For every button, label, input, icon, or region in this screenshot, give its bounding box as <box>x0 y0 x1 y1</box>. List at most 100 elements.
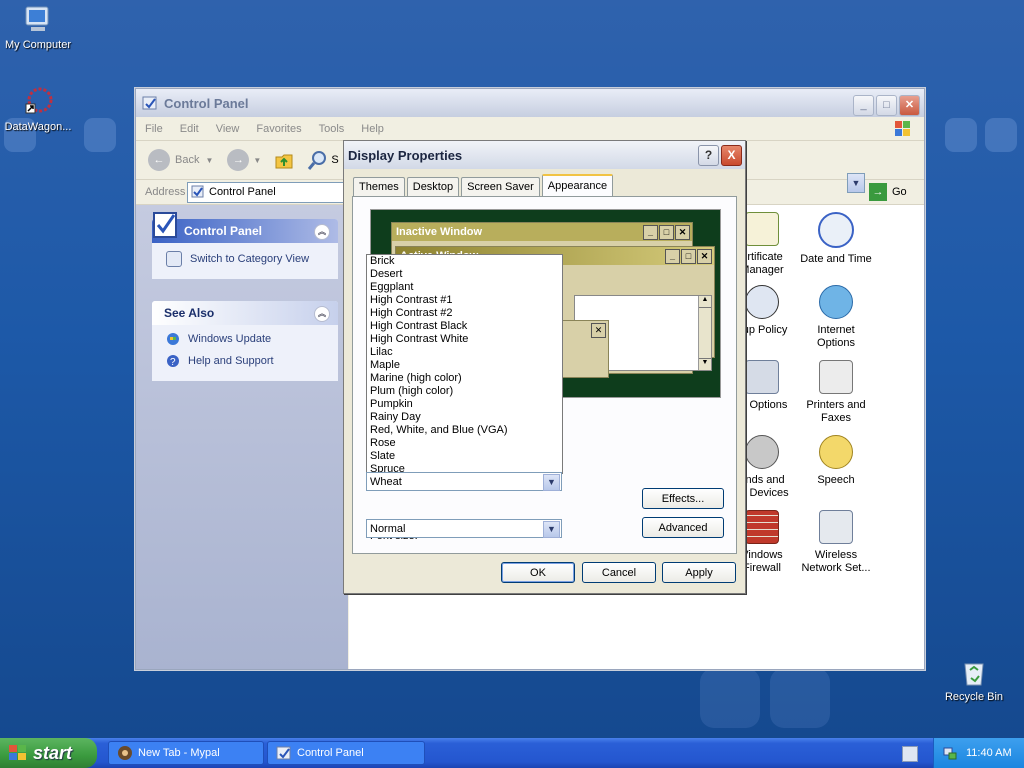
datawagon-icon <box>22 86 54 118</box>
panel-header[interactable]: Control Panel ︽ <box>152 212 338 243</box>
certificate-icon <box>745 212 779 246</box>
keyboard-layout-icon[interactable] <box>902 746 918 762</box>
menu-file[interactable]: File <box>136 123 171 135</box>
dialog-close-button[interactable]: X <box>721 145 742 166</box>
taskbar-button-control-panel[interactable]: Control Panel <box>267 741 425 765</box>
scheme-option[interactable]: Lilac <box>367 346 562 359</box>
scheme-option[interactable]: Red, White, and Blue (VGA) <box>367 424 562 437</box>
scheme-option[interactable]: Rainy Day <box>367 411 562 424</box>
apply-button[interactable]: Apply <box>662 562 736 583</box>
panel-header[interactable]: See Also ︽ <box>152 301 338 325</box>
scheme-option[interactable]: High Contrast White <box>367 333 562 346</box>
svg-text:?: ? <box>170 357 176 368</box>
panel-title: See Also <box>164 306 215 320</box>
network-icon[interactable] <box>942 745 958 761</box>
minimize-button[interactable]: _ <box>853 95 874 116</box>
my-computer-icon <box>22 4 54 36</box>
scheme-option[interactable]: High Contrast Black <box>367 320 562 333</box>
back-arrow-icon: ← <box>153 154 165 166</box>
switch-category-view-link[interactable]: Switch to Category View <box>152 243 338 271</box>
desktop-icon-datawagon[interactable]: DataWagon... <box>0 86 78 133</box>
ok-button[interactable]: OK <box>501 562 575 583</box>
address-input[interactable]: Control Panel <box>187 181 349 203</box>
search-icon[interactable] <box>307 149 329 171</box>
recycle-bin-icon <box>958 656 990 688</box>
forward-arrow-icon: → <box>232 154 244 166</box>
clock-icon <box>818 212 854 248</box>
help-support-link[interactable]: ? Help and Support <box>152 350 338 372</box>
chevron-down-icon: ▼ <box>253 155 262 165</box>
item-printers-and-faxes[interactable]: Printers and Faxes <box>791 360 881 425</box>
back-button[interactable]: ← <box>148 149 170 171</box>
close-button[interactable]: ✕ <box>899 95 920 116</box>
item-internet-options[interactable]: Internet Options <box>791 285 881 350</box>
start-label: start <box>33 742 73 763</box>
panel-title: Control Panel <box>184 224 263 238</box>
control-panel-titlebar[interactable]: Control Panel <box>136 89 924 117</box>
item-date-and-time[interactable]: Date and Time <box>791 212 881 266</box>
clock[interactable]: 11:40 AM <box>966 747 1012 759</box>
see-also-panel: See Also ︽ Windows Update ? Help and Sup… <box>152 301 338 381</box>
tab-appearance[interactable]: Appearance <box>541 174 614 197</box>
tab-screen-saver[interactable]: Screen Saver <box>461 177 540 196</box>
go-button[interactable]: ▼ → Go <box>847 173 907 201</box>
scheme-option[interactable]: Plum (high color) <box>367 385 562 398</box>
control-panel-icon <box>276 746 291 760</box>
advanced-button[interactable]: Advanced <box>642 517 724 538</box>
scheme-option[interactable]: High Contrast #2 <box>367 307 562 320</box>
dialog-titlebar[interactable]: Display Properties <box>344 141 745 169</box>
scheme-option[interactable]: Maple <box>367 359 562 372</box>
color-scheme-dropdown-list[interactable]: Brick Desert Eggplant High Contrast #1 H… <box>366 254 563 474</box>
scheme-option[interactable]: Desert <box>367 268 562 281</box>
taskbar-button-label: Control Panel <box>297 747 364 759</box>
desktop-icon-my-computer[interactable]: My Computer <box>0 4 78 51</box>
taskbar-button-mypal[interactable]: New Tab - Mypal <box>108 741 264 765</box>
window-title: Control Panel <box>164 95 249 111</box>
forward-button[interactable]: → <box>227 149 250 171</box>
item-wireless-network-setup[interactable]: Wireless Network Set... <box>791 510 881 575</box>
help-button[interactable]: ? <box>698 145 719 166</box>
color-scheme-select[interactable]: Wheat ▼ <box>366 472 562 491</box>
desktop-icon-recycle-bin[interactable]: Recycle Bin <box>934 656 1014 703</box>
item-speech[interactable]: Speech <box>791 435 881 487</box>
chevron-down-icon[interactable]: ▼ <box>543 474 560 491</box>
scheme-option[interactable]: Pumpkin <box>367 398 562 411</box>
address-value: Control Panel <box>209 186 276 198</box>
tab-themes[interactable]: Themes <box>353 177 405 196</box>
chevron-down-icon[interactable]: ▼ <box>543 521 560 538</box>
scheme-option[interactable]: High Contrast #1 <box>367 294 562 307</box>
maximize-button[interactable]: □ <box>876 95 897 116</box>
item-label: Wireless Network Set... <box>801 549 871 574</box>
address-label: Address <box>145 186 186 198</box>
scroll-up-icon: ▲ <box>699 296 711 308</box>
scheme-option[interactable]: Slate <box>367 450 562 463</box>
windows-update-link[interactable]: Windows Update <box>152 325 338 350</box>
scheme-option[interactable]: Brick <box>367 255 562 268</box>
speaker-icon <box>745 435 779 469</box>
desktop-decor <box>700 668 760 728</box>
go-arrow-icon: → <box>869 183 887 201</box>
address-dropdown-arrow[interactable]: ▼ <box>847 173 865 193</box>
start-button[interactable]: start <box>0 738 97 768</box>
help-icon: ? <box>704 148 713 162</box>
help-support-label: Help and Support <box>188 355 274 367</box>
maximize-icon: □ <box>681 249 696 264</box>
collapse-chevron-icon[interactable]: ︽ <box>314 224 330 240</box>
cancel-button[interactable]: Cancel <box>582 562 656 583</box>
desktop-icon-label: My Computer <box>4 39 72 51</box>
menu-help[interactable]: Help <box>352 123 392 135</box>
up-folder-icon[interactable] <box>273 149 295 171</box>
desktop-decor <box>945 118 977 152</box>
tab-desktop[interactable]: Desktop <box>406 177 460 196</box>
menu-favorites[interactable]: Favorites <box>247 123 309 135</box>
desktop-decor <box>985 118 1017 152</box>
effects-button[interactable]: Effects... <box>642 488 724 509</box>
font-size-select[interactable]: Normal ▼ <box>366 519 562 538</box>
collapse-chevron-icon[interactable]: ︽ <box>314 306 330 322</box>
menu-edit[interactable]: Edit <box>171 123 207 135</box>
menu-view[interactable]: View <box>207 123 248 135</box>
scheme-option[interactable]: Eggplant <box>367 281 562 294</box>
menu-tools[interactable]: Tools <box>310 123 353 135</box>
scheme-option[interactable]: Marine (high color) <box>367 372 562 385</box>
scheme-option[interactable]: Rose <box>367 437 562 450</box>
